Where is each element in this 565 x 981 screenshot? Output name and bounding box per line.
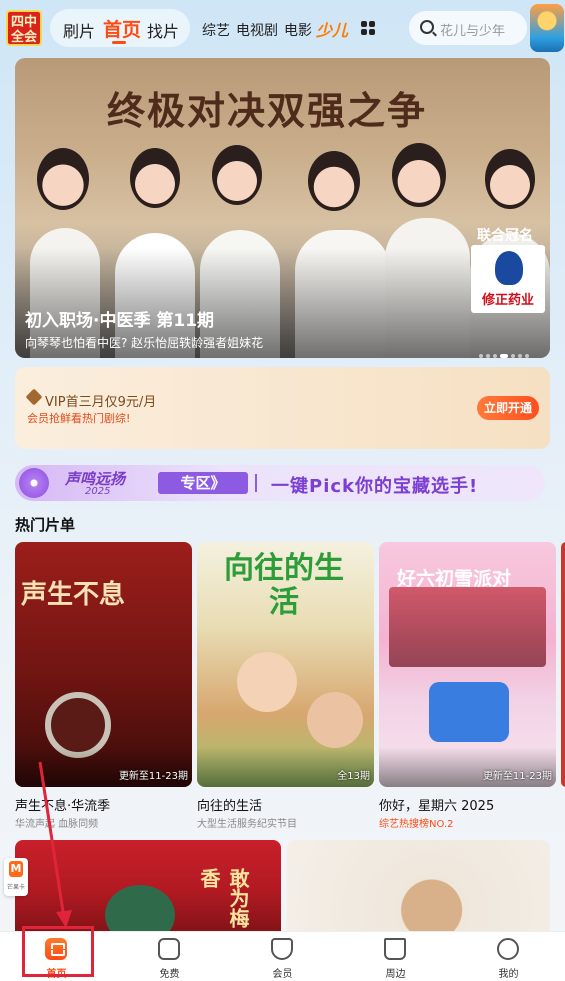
poster-art-text: 向往的生活 bbox=[224, 551, 344, 620]
grid-icon[interactable] bbox=[361, 21, 375, 35]
mango-label: 芒果卡 bbox=[6, 884, 25, 891]
tab-label: 我的 bbox=[498, 969, 519, 980]
sponsor-label: 联合冠名 bbox=[477, 228, 533, 244]
card-poster-3[interactable]: 好六初雪派对 更新至11-23期 bbox=[379, 542, 556, 787]
sponsor-logo-icon bbox=[495, 251, 523, 285]
carousel-dot[interactable] bbox=[511, 354, 515, 358]
promo-zone-button[interactable]: 专区》 bbox=[158, 472, 248, 494]
vip-icon bbox=[271, 938, 293, 960]
search-icon bbox=[420, 20, 434, 34]
update-badge: 全13期 bbox=[337, 771, 370, 782]
sponsor-badge[interactable]: 修正药业 bbox=[471, 245, 545, 313]
free-icon bbox=[158, 938, 180, 960]
card-poster-4-partial[interactable] bbox=[561, 542, 565, 787]
channel-movie[interactable]: 电影 bbox=[284, 20, 312, 40]
card-desc-1: 华流声起 血脉同频 bbox=[15, 819, 99, 830]
annotation-highlight-box bbox=[22, 926, 94, 977]
carousel-dot[interactable] bbox=[486, 354, 490, 358]
mango-icon: M bbox=[9, 861, 23, 877]
diamond-icon bbox=[25, 388, 43, 406]
card-poster-5[interactable]: 敢为梅香 bbox=[15, 840, 281, 940]
card-poster-2[interactable]: 向往的生活 全13期 bbox=[197, 542, 374, 787]
search-placeholder: 花儿与少年 bbox=[440, 24, 506, 39]
vip-promo-bar[interactable]: VIP首三月仅9元/月 会员抢鲜看热门剧综! 立即开通 bbox=[15, 367, 550, 449]
poster-cast bbox=[389, 587, 546, 667]
vip-open-button[interactable]: 立即开通 bbox=[477, 396, 539, 420]
update-badge: 更新至11-23期 bbox=[118, 771, 188, 782]
tab-label: 周边 bbox=[385, 969, 406, 980]
tab-free[interactable]: 免费 bbox=[113, 932, 226, 981]
mango-card-widget[interactable]: M 芒果卡 bbox=[4, 858, 28, 896]
tab-shuapian[interactable]: 刷片 bbox=[63, 18, 95, 42]
card-poster-6[interactable] bbox=[287, 840, 550, 940]
mascot-icon[interactable] bbox=[530, 4, 564, 52]
active-tab-indicator bbox=[112, 41, 126, 44]
cart-icon bbox=[384, 938, 406, 960]
vip-title: VIP首三月仅9元/月 bbox=[45, 395, 157, 410]
tab-zhaopian[interactable]: 找片 bbox=[147, 18, 179, 42]
banner-caption: 初入职场·中医季 第11期 bbox=[25, 311, 215, 331]
carousel-dot[interactable] bbox=[518, 354, 522, 358]
channel-tv[interactable]: 电视剧 bbox=[236, 20, 278, 40]
card-title-3[interactable]: 你好，星期六 2025 bbox=[379, 795, 494, 814]
search-input[interactable]: 花儿与少年 bbox=[409, 11, 527, 45]
promo-text: 一键Pick你的宝藏选手! bbox=[271, 476, 479, 497]
carousel-dots bbox=[479, 343, 532, 358]
banner-title: 终极对决双强之争 bbox=[107, 88, 428, 133]
poster-logo bbox=[429, 682, 509, 742]
event-logo[interactable]: 四中全会 bbox=[6, 10, 42, 46]
poster-art-text: 敢为梅香 bbox=[197, 868, 250, 928]
channel-kids[interactable]: 少儿 bbox=[316, 17, 348, 41]
carousel-dot[interactable] bbox=[493, 354, 497, 358]
sponsor-name: 修正药业 bbox=[481, 293, 534, 308]
card-title-1[interactable]: 声生不息·华流季 bbox=[15, 795, 110, 814]
channel-variety[interactable]: 综艺 bbox=[202, 20, 230, 40]
promo-divider bbox=[255, 474, 257, 492]
card-title-2[interactable]: 向往的生活 bbox=[197, 795, 262, 814]
hero-banner[interactable]: 终极对决双强之争 初入职场·中医季 第11期 向琴琴也怕看中医? 赵乐怡屈轶龄强… bbox=[15, 58, 550, 358]
carousel-dot[interactable] bbox=[525, 354, 529, 358]
carousel-dot[interactable] bbox=[500, 354, 508, 358]
profile-icon bbox=[497, 938, 519, 960]
tab-mine[interactable]: 我的 bbox=[452, 932, 565, 981]
card-desc-3: 综艺热搜榜NO.2 bbox=[379, 819, 454, 830]
vip-subtitle: 会员抢鲜看热门剧综! bbox=[27, 412, 131, 425]
card-poster-1[interactable]: 声生不息 更新至11-23期 bbox=[15, 542, 192, 787]
promo-year: 2025 bbox=[85, 486, 111, 497]
disc-icon bbox=[19, 468, 49, 498]
poster-face bbox=[307, 692, 363, 748]
tab-label: 会员 bbox=[272, 969, 293, 980]
update-badge: 更新至11-23期 bbox=[482, 771, 552, 782]
tab-merch[interactable]: 周边 bbox=[339, 932, 452, 981]
tab-vip[interactable]: 会员 bbox=[226, 932, 339, 981]
top-bar: 四中全会 刷片 首页 找片 综艺 电视剧 电影 少儿 花儿与少年 bbox=[0, 0, 565, 56]
section-title: 热门片单 bbox=[15, 516, 76, 534]
poster-art-text: 声生不息 bbox=[21, 580, 126, 610]
carousel-dot[interactable] bbox=[479, 354, 483, 358]
poster-face bbox=[237, 652, 297, 712]
promo-strip[interactable]: 声鸣远扬 2025 专区》 一键Pick你的宝藏选手! bbox=[15, 465, 545, 501]
card-desc-2: 大型生活服务纪实节目 bbox=[197, 819, 297, 830]
banner-subtitle: 向琴琴也怕看中医? 赵乐怡屈轶龄强者姐妹花 bbox=[25, 336, 264, 350]
tab-label: 免费 bbox=[159, 969, 180, 980]
tab-home[interactable]: 首页 bbox=[103, 15, 141, 42]
